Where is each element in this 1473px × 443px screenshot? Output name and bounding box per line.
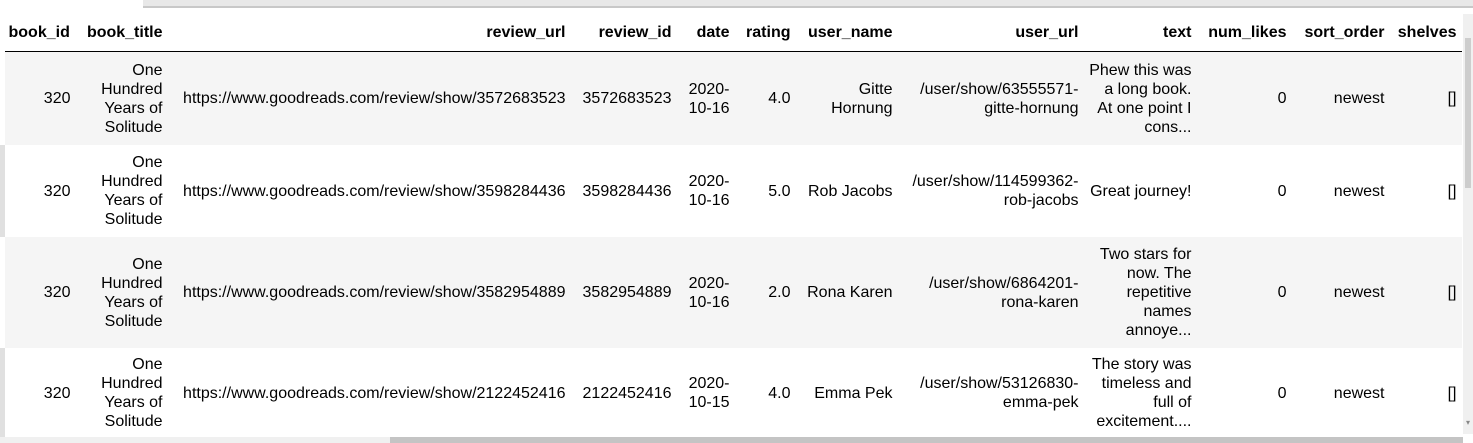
vertical-scrollbar[interactable] (1463, 14, 1473, 434)
column-header-user-name[interactable]: user_name (798, 14, 901, 52)
cell-review-id: 2122452416 (573, 348, 680, 437)
cell-book-id: 320 (0, 51, 79, 145)
cell-num-likes: 0 (1199, 348, 1295, 437)
cell-rating: 4.0 (737, 51, 799, 145)
cell-book-id: 320 (0, 348, 79, 437)
cell-date: 2020-10-16 (679, 145, 738, 237)
column-header-sort-order[interactable]: sort_order (1294, 14, 1393, 52)
cell-rating: 5.0 (737, 145, 799, 237)
cell-review-id: 3572683523 (573, 51, 680, 145)
cell-num-likes: 0 (1199, 237, 1295, 348)
cell-text: The story was timeless and full of excit… (1086, 348, 1200, 437)
table-row[interactable]: 320 One Hundred Years of Solitude https:… (0, 348, 1462, 437)
header-row: book_id book_title review_url review_id … (2, 14, 1462, 52)
column-header-shelves[interactable]: shelves (1392, 14, 1462, 52)
cell-date: 2020-10-16 (679, 237, 738, 348)
cell-user-url: /user/show/63555571-gitte-hornung (900, 51, 1087, 145)
vertical-scrollbar-thumb[interactable] (1465, 38, 1471, 188)
column-header-date[interactable]: date (679, 14, 738, 52)
cell-shelves: [] (1392, 348, 1462, 437)
horizontal-scrollbar[interactable] (0, 437, 1463, 443)
cell-user-name: Emma Pek (798, 348, 901, 437)
column-header-book-title[interactable]: book_title (78, 14, 171, 52)
cell-sort-order: newest (1294, 237, 1393, 348)
cell-book-title: One Hundred Years of Solitude (78, 51, 171, 145)
cell-date: 2020-10-16 (679, 51, 738, 145)
column-header-review-url[interactable]: review_url (170, 14, 574, 52)
table-row[interactable]: 320 One Hundred Years of Solitude https:… (0, 51, 1462, 145)
column-header-text[interactable]: text (1086, 14, 1200, 52)
cell-output-top-bar (143, 0, 1473, 8)
cell-book-id: 320 (0, 237, 79, 348)
cell-text: Great journey! (1086, 145, 1200, 237)
cell-shelves: [] (1392, 145, 1462, 237)
notebook-output-frame: book_id book_title review_url review_id … (0, 0, 1473, 443)
scroll-down-arrow-icon[interactable]: ▾ (1465, 418, 1471, 428)
dataframe-table-container[interactable]: book_id book_title review_url review_id … (0, 14, 1462, 437)
table-row[interactable]: 320 One Hundred Years of Solitude https:… (0, 145, 1462, 237)
cell-text: Phew this was a long book. At one point … (1086, 51, 1200, 145)
cell-sort-order: newest (1294, 348, 1393, 437)
cell-review-url: https://www.goodreads.com/review/show/21… (170, 348, 574, 437)
cell-num-likes: 0 (1199, 145, 1295, 237)
cell-user-url: /user/show/114599362-rob-jacobs (900, 145, 1087, 237)
column-header-review-id[interactable]: review_id (573, 14, 680, 52)
cell-user-name: Gitte Hornung (798, 51, 901, 145)
cell-text: Two stars for now. The repetitive names … (1086, 237, 1200, 348)
horizontal-scrollbar-thumb[interactable] (390, 437, 1463, 443)
cell-user-url: /user/show/53126830-emma-pek (900, 348, 1087, 437)
cell-review-url: https://www.goodreads.com/review/show/35… (170, 51, 574, 145)
cell-review-id: 3582954889 (573, 237, 680, 348)
cell-shelves: [] (1392, 237, 1462, 348)
cell-book-title: One Hundred Years of Solitude (78, 237, 171, 348)
cell-date: 2020-10-15 (679, 348, 738, 437)
cell-sort-order: newest (1294, 145, 1393, 237)
cell-sort-order: newest (1294, 51, 1393, 145)
cell-review-url: https://www.goodreads.com/review/show/35… (170, 237, 574, 348)
table-row[interactable]: 320 One Hundred Years of Solitude https:… (0, 237, 1462, 348)
cell-shelves: [] (1392, 51, 1462, 145)
column-header-book-id[interactable]: book_id (2, 14, 79, 52)
column-header-user-url[interactable]: user_url (900, 14, 1087, 52)
cell-num-likes: 0 (1199, 51, 1295, 145)
column-header-num-likes[interactable]: num_likes (1199, 14, 1295, 52)
dataframe-table: book_id book_title review_url review_id … (0, 14, 1462, 437)
cell-review-id: 3598284436 (573, 145, 680, 237)
cell-user-name: Rob Jacobs (798, 145, 901, 237)
cell-user-url: /user/show/6864201-rona-karen (900, 237, 1087, 348)
cell-rating: 2.0 (737, 237, 799, 348)
cell-book-id: 320 (0, 145, 79, 237)
cell-review-url: https://www.goodreads.com/review/show/35… (170, 145, 574, 237)
cell-book-title: One Hundred Years of Solitude (78, 145, 171, 237)
cell-rating: 4.0 (737, 348, 799, 437)
cell-book-title: One Hundred Years of Solitude (78, 348, 171, 437)
column-header-rating[interactable]: rating (737, 14, 799, 52)
cell-user-name: Rona Karen (798, 237, 901, 348)
